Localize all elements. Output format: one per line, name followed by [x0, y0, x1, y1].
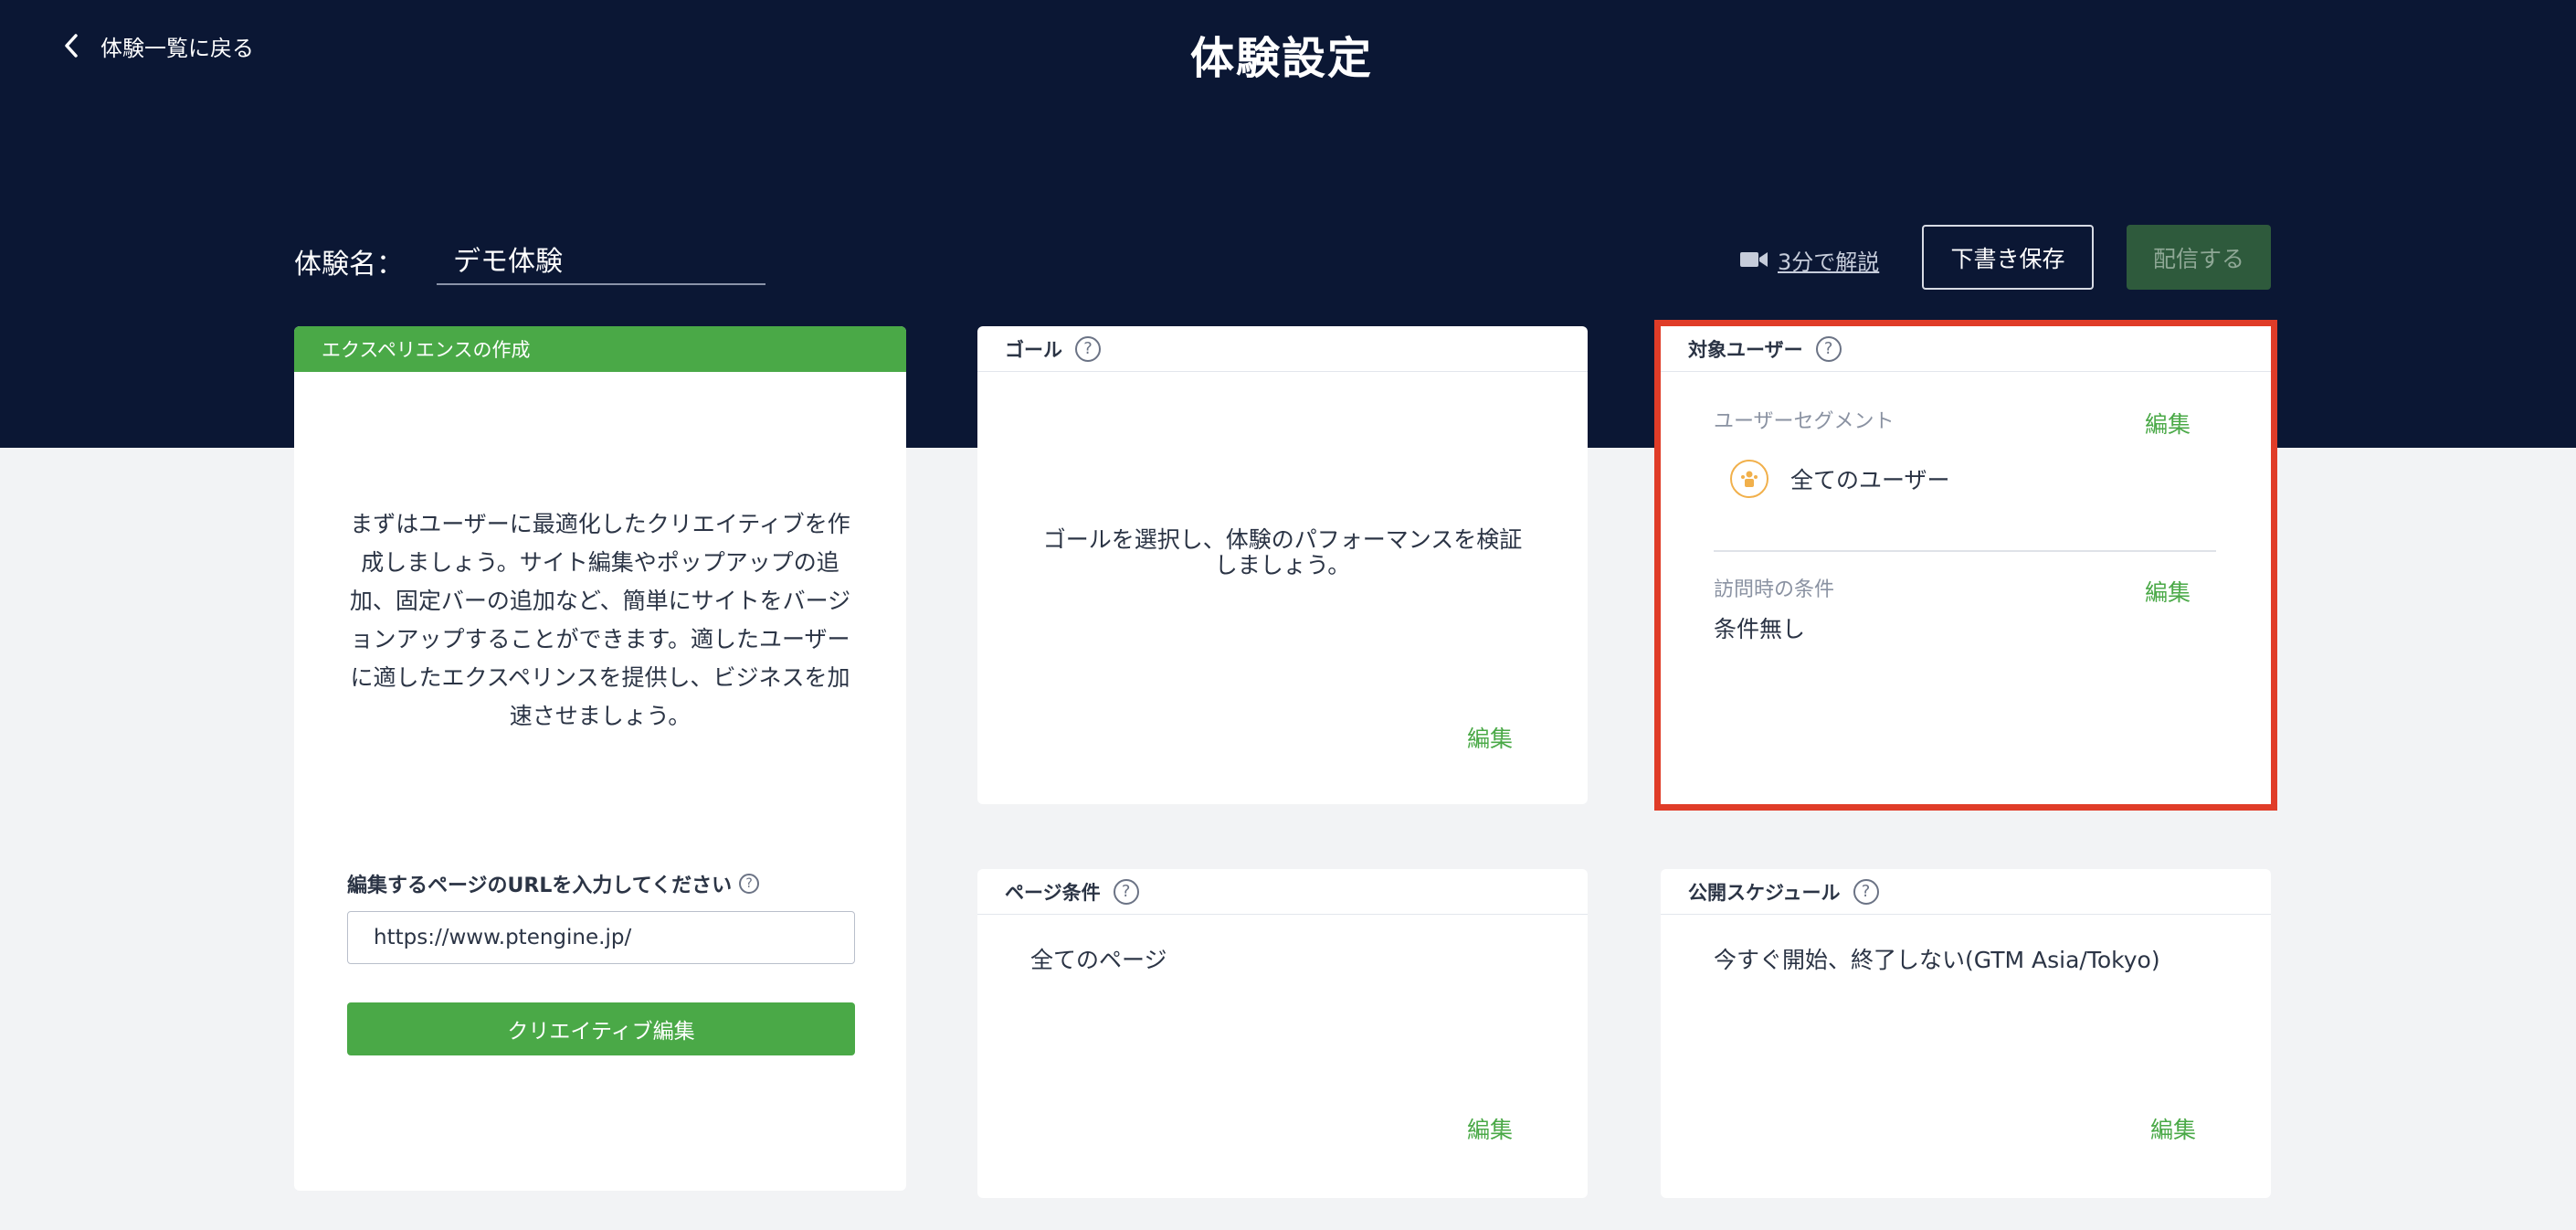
goal-card-title: ゴール	[1005, 338, 1062, 361]
creation-card-header: エクスペリエンスの作成	[294, 326, 906, 372]
segment-label: ユーザーセグメント	[1714, 410, 1895, 433]
page-condition-edit-link[interactable]: 編集	[1467, 1112, 1513, 1145]
schedule-card-header: 公開スケジュール ?	[1661, 869, 2271, 915]
segment-value: 全てのユーザー	[1730, 460, 1950, 498]
target-users-card: 対象ユーザー ? ユーザーセグメント 編集 全てのユーザー 訪問時の条件 編集 …	[1654, 320, 2277, 811]
target-card-title: 対象ユーザー	[1688, 338, 1803, 361]
section-divider	[1714, 550, 2216, 552]
page-card-title: ページ条件	[1005, 881, 1101, 904]
url-label-text: 編集するページのURLを入力してください	[347, 875, 733, 897]
video-explanation-link[interactable]: 3分で解説	[1739, 243, 1879, 276]
publish-schedule-card: 公開スケジュール ? 今すぐ開始、終了しない(GTM Asia/Tokyo) 編…	[1661, 869, 2271, 1198]
video-link-label: 3分で解説	[1778, 249, 1880, 275]
goal-card: ゴール ? ゴールを選択し、体験のパフォーマンスを検証しましょう。 編集	[977, 326, 1588, 804]
users-icon	[1730, 460, 1768, 498]
url-field-label: 編集するページのURLを入力してください ?	[347, 869, 760, 898]
schedule-value: 今すぐ開始、終了しない(GTM Asia/Tokyo)	[1714, 947, 2160, 973]
goal-edit-link[interactable]: 編集	[1467, 721, 1513, 754]
save-draft-button[interactable]: 下書き保存	[1922, 225, 2094, 290]
visit-condition-label: 訪問時の条件	[1714, 578, 1835, 601]
experience-name-label: 体験名：	[294, 249, 404, 281]
experience-creation-card: エクスペリエンスの作成 まずはユーザーに最適化したクリエイティブを作成しましょう…	[294, 326, 906, 1191]
visit-condition-edit-link[interactable]: 編集	[2145, 575, 2191, 608]
creative-edit-button[interactable]: クリエイティブ編集	[347, 1002, 855, 1055]
visit-condition-value: 条件無し	[1714, 616, 1806, 642]
page-condition-value: 全てのページ	[1030, 947, 1167, 973]
goal-card-header: ゴール ?	[977, 326, 1588, 372]
target-card-header: 対象ユーザー ?	[1661, 326, 2271, 372]
schedule-card-title: 公開スケジュール	[1688, 881, 1841, 904]
question-circle-icon[interactable]: ?	[1815, 335, 1842, 362]
page-condition-card: ページ条件 ? 全てのページ 編集	[977, 869, 1588, 1198]
creation-description: まずはユーザーに最適化したクリエイティブを作成しましょう。サイト編集やポップアッ…	[349, 511, 851, 729]
goal-description: ゴールを選択し、体験のパフォーマンスを検証しましょう。	[1042, 526, 1523, 578]
question-circle-icon[interactable]: ?	[1853, 878, 1879, 905]
page-card-header: ページ条件 ?	[977, 869, 1588, 915]
segment-edit-link[interactable]: 編集	[2145, 407, 2191, 440]
publish-button[interactable]: 配信する	[2127, 225, 2271, 290]
question-circle-icon[interactable]: ?	[739, 874, 760, 894]
question-circle-icon[interactable]: ?	[1075, 335, 1101, 362]
page-url-input[interactable]	[347, 911, 855, 964]
experience-name-input[interactable]	[437, 234, 765, 285]
question-circle-icon[interactable]: ?	[1113, 878, 1139, 905]
segment-value-text: 全てのユーザー	[1790, 467, 1950, 493]
video-camera-icon	[1740, 252, 1768, 267]
schedule-edit-link[interactable]: 編集	[2150, 1112, 2196, 1145]
page-title: 体験設定	[1189, 33, 1373, 84]
creation-card-title: エクスペリエンスの作成	[322, 339, 531, 361]
